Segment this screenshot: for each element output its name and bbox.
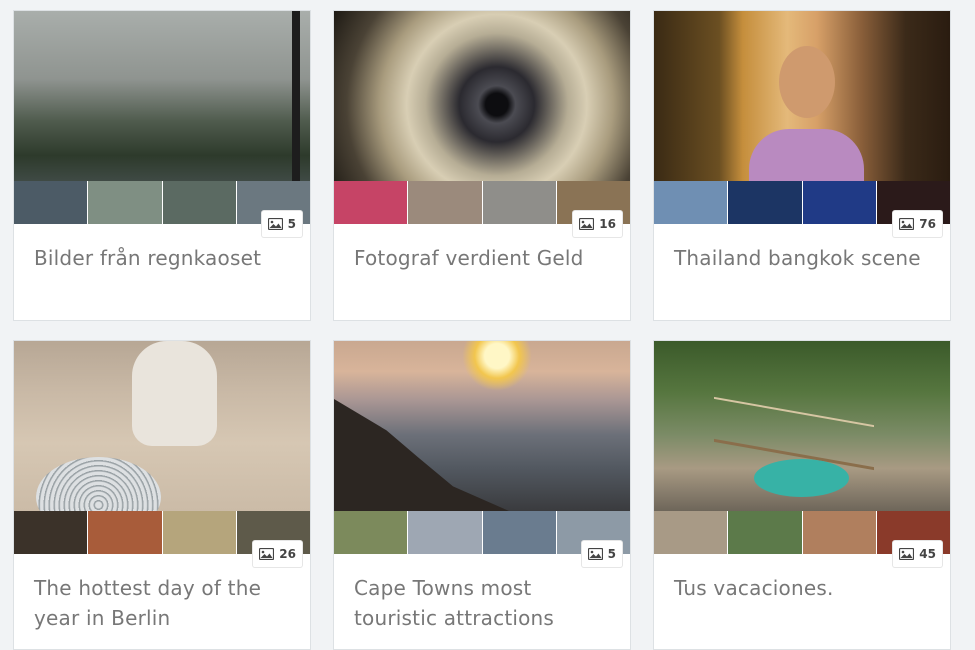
album-title[interactable]: Tus vacaciones. bbox=[674, 573, 936, 603]
thumbnail-image[interactable] bbox=[334, 511, 408, 554]
photo-count-badge: 16 bbox=[573, 211, 622, 237]
album-card[interactable]: 5 Bilder från regnkaoset bbox=[13, 10, 311, 321]
thumbnail-image[interactable] bbox=[801, 511, 876, 554]
photo-count-badge: 76 bbox=[893, 211, 942, 237]
album-cover-image[interactable] bbox=[334, 341, 630, 511]
album-title[interactable]: Bilder från regnkaoset bbox=[34, 243, 296, 273]
album-grid: 5 Bilder från regnkaoset 16 Fotograf ver… bbox=[0, 0, 975, 650]
album-cover-image[interactable] bbox=[654, 341, 950, 511]
thumbnail-image[interactable] bbox=[14, 511, 88, 554]
album-cover-image[interactable] bbox=[334, 11, 630, 181]
image-icon bbox=[259, 548, 275, 560]
photo-count-badge: 5 bbox=[261, 211, 302, 237]
image-icon bbox=[267, 218, 283, 230]
thumbnail-image[interactable] bbox=[87, 511, 162, 554]
album-card[interactable]: 5 Cape Towns most touristic attractions bbox=[333, 340, 631, 650]
album-card[interactable]: 45 Tus vacaciones. bbox=[653, 340, 951, 650]
photo-count: 76 bbox=[919, 217, 936, 231]
album-cover-image[interactable] bbox=[14, 341, 310, 511]
thumbnail-image[interactable] bbox=[654, 181, 728, 224]
album-card[interactable]: 16 Fotograf verdient Geld bbox=[333, 10, 631, 321]
image-icon bbox=[579, 218, 595, 230]
image-icon bbox=[899, 548, 915, 560]
photo-count-badge: 26 bbox=[253, 541, 302, 567]
photo-count: 5 bbox=[607, 547, 616, 561]
thumbnail-image[interactable] bbox=[801, 181, 876, 224]
album-card[interactable]: 76 Thailand bangkok scene bbox=[653, 10, 951, 321]
album-cover-image[interactable] bbox=[14, 11, 310, 181]
thumbnail-image[interactable] bbox=[161, 181, 236, 224]
thumbnail-image[interactable] bbox=[481, 511, 556, 554]
thumbnail-image[interactable] bbox=[481, 181, 556, 224]
thumbnail-image[interactable] bbox=[654, 511, 728, 554]
album-cover-image[interactable] bbox=[654, 11, 950, 181]
album-card[interactable]: 26 The hottest day of the year in Berlin bbox=[13, 340, 311, 650]
album-title[interactable]: Thailand bangkok scene bbox=[674, 243, 936, 273]
album-title[interactable]: The hottest day of the year in Berlin bbox=[34, 573, 296, 633]
image-icon bbox=[587, 548, 603, 560]
photo-count: 45 bbox=[919, 547, 936, 561]
photo-count: 16 bbox=[599, 217, 616, 231]
image-icon bbox=[899, 218, 915, 230]
photo-count-badge: 45 bbox=[893, 541, 942, 567]
thumbnail-image[interactable] bbox=[87, 181, 162, 224]
photo-count: 26 bbox=[279, 547, 296, 561]
photo-count-badge: 5 bbox=[581, 541, 622, 567]
photo-count: 5 bbox=[287, 217, 296, 231]
thumbnail-image[interactable] bbox=[727, 181, 802, 224]
thumbnail-image[interactable] bbox=[407, 181, 482, 224]
thumbnail-image[interactable] bbox=[14, 181, 88, 224]
album-title[interactable]: Fotograf verdient Geld bbox=[354, 243, 616, 273]
thumbnail-image[interactable] bbox=[407, 511, 482, 554]
thumbnail-image[interactable] bbox=[727, 511, 802, 554]
album-title[interactable]: Cape Towns most touristic attractions bbox=[354, 573, 616, 633]
thumbnail-image[interactable] bbox=[334, 181, 408, 224]
thumbnail-image[interactable] bbox=[161, 511, 236, 554]
